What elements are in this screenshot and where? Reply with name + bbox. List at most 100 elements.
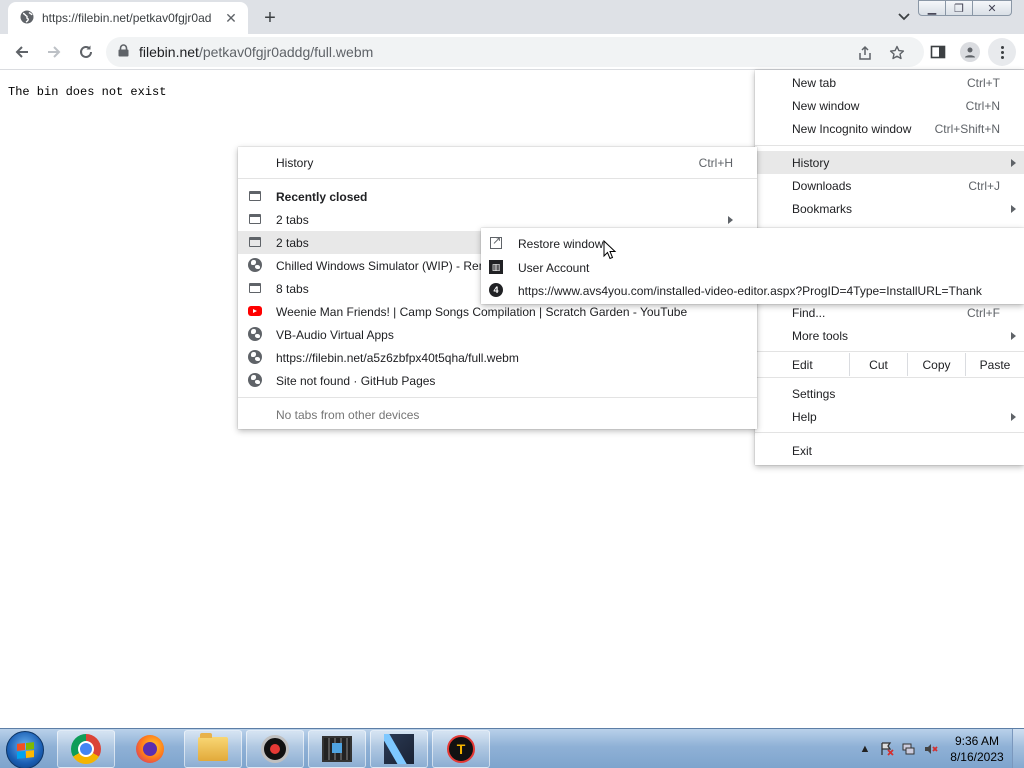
globe-icon [20,10,34,27]
menu-item-label: Help [792,409,817,424]
window-icon [248,235,262,249]
menu-item-shortcut: Ctrl+Shift+N [934,121,1000,136]
menu-item-label: New tab [792,75,837,90]
tab-search-button[interactable] [893,8,915,26]
menu-item-shortcut: Ctrl+J [968,178,1000,193]
arrow-right-icon [48,46,61,58]
paste-button[interactable]: Paste [965,353,1024,376]
taskbar-kdenlive[interactable] [370,730,428,768]
start-button[interactable] [6,731,44,768]
system-clock[interactable]: 9:36 AM 8/16/2023 [942,733,1012,765]
action-center-icon[interactable] [879,741,895,757]
menu-item-label: History [276,155,314,170]
menu-item-new-incognito-window[interactable]: New Incognito window Ctrl+Shift+N [755,117,1024,140]
forward-button[interactable] [40,38,68,66]
tab-strip: https://filebin.net/petkav0fgjr0ad ✕ + ▁… [0,0,1024,34]
taskbar-video-editor[interactable] [308,730,366,768]
copy-button[interactable]: Copy [907,353,965,376]
no-other-devices-label: No tabs from other devices [276,407,420,422]
cut-button[interactable]: Cut [849,353,907,376]
taskbar-recorder[interactable] [246,730,304,768]
profile-button[interactable] [958,40,982,64]
taskbar-chrome[interactable] [57,730,115,768]
window-icon [248,281,262,295]
history-item[interactable]: https://filebin.net/a5z6zbfpx40t5qha/ful… [238,346,757,369]
menu-item-history[interactable]: History [755,151,1024,174]
side-panel-icon[interactable] [926,40,950,64]
restore-button[interactable]: ❐ [945,0,973,16]
menu-item-shortcut: Ctrl+T [967,75,1000,90]
menu-item-label: New Incognito window [792,121,912,136]
file-explorer-icon [198,733,228,761]
mouse-cursor-icon [603,239,617,263]
tab-title: https://filebin.net/petkav0fgjr0ad [42,11,212,25]
taskbar-firefox[interactable] [121,730,179,768]
menu-item-downloads[interactable]: Downloads Ctrl+J [755,174,1024,197]
submenu-arrow-icon [728,215,733,224]
globe-icon [248,327,262,341]
new-tab-button[interactable]: + [258,6,282,30]
menu-item-find[interactable]: Find... Ctrl+F [755,301,1024,324]
menu-item-shortcut: Ctrl+N [965,98,1000,113]
menu-item-label: More tools [792,328,849,343]
submenu-arrow-icon [1011,412,1016,421]
menu-item-label: Settings [792,386,836,401]
menu-item-shortcut: Ctrl+H [698,155,733,170]
restore-window-item[interactable]: Restore window [481,232,1024,255]
address-bar[interactable]: filebin.net/petkav0fgjr0addg/full.webm [106,37,924,67]
video-editor-icon [322,736,352,762]
menu-item-new-tab[interactable]: New tab Ctrl+T [755,71,1024,94]
share-icon[interactable] [854,42,876,64]
active-tab[interactable]: https://filebin.net/petkav0fgjr0ad ✕ [8,2,248,34]
window-icon [248,189,262,203]
close-tab-icon[interactable]: ✕ [222,9,240,27]
window-controls: ▁ ❐ ✕ [918,0,1012,16]
menu-item-bookmarks[interactable]: Bookmarks [755,197,1024,220]
youtube-icon [248,304,262,318]
closed-tab-item[interactable]: 4 https://www.avs4you.com/installed-vide… [481,279,1024,302]
submenu-arrow-icon [1011,158,1016,167]
menu-item-help[interactable]: Help [755,405,1024,428]
globe-icon [248,350,262,364]
url-text: filebin.net/petkav0fgjr0addg/full.webm [139,44,373,60]
history-item-label: Weenie Man Friends! | Camp Songs Compila… [276,304,688,319]
menu-item-settings[interactable]: Settings [755,382,1024,405]
network-icon[interactable] [901,741,917,757]
minimize-button[interactable]: ▁ [918,0,946,16]
open-external-icon [489,234,503,250]
menu-item-label: Find... [792,305,826,320]
menu-item-label: Exit [792,443,813,458]
closed-tab-item[interactable]: ▥ User Account [481,256,1024,279]
close-window-button[interactable]: ✕ [972,0,1012,16]
taskbar-file-explorer[interactable] [184,730,242,768]
history-item-label: 2 tabs [276,212,309,227]
menu-separator [238,178,757,179]
show-hidden-icons-icon[interactable]: ▲ [857,741,873,757]
menu-separator [755,377,1024,378]
bookmark-star-icon[interactable] [886,42,908,64]
history-item-label: Site not found · GitHub Pages [276,373,436,388]
menu-item-new-window[interactable]: New window Ctrl+N [755,94,1024,117]
url-path: /petkav0fgjr0addg/full.webm [198,44,374,60]
show-desktop-button[interactable] [1012,729,1024,768]
chrome-menu-button[interactable] [988,38,1016,66]
page-message: The bin does not exist [8,85,167,99]
recently-closed-label: Recently closed [276,189,368,204]
lock-icon[interactable] [118,44,129,60]
history-item-history[interactable]: History Ctrl+H [238,151,757,174]
menu-item-exit[interactable]: Exit [755,439,1024,462]
taskbar-t-app[interactable]: T [432,730,490,768]
globe-icon [248,258,262,272]
firefox-icon [136,735,164,763]
edit-row: Edit Cut Copy Paste [755,353,1024,376]
volume-muted-icon[interactable] [923,741,939,757]
reload-icon [80,45,92,58]
reload-button[interactable] [72,38,100,66]
history-item[interactable]: Site not found · GitHub Pages [238,369,757,392]
recorder-icon [261,735,289,763]
history-item[interactable]: VB-Audio Virtual Apps [238,323,757,346]
chrome-icon [71,734,101,764]
restore-tabs-submenu: Restore window ▥ User Account 4 https://… [481,228,1024,304]
menu-item-more-tools[interactable]: More tools [755,324,1024,347]
back-button[interactable] [8,38,36,66]
